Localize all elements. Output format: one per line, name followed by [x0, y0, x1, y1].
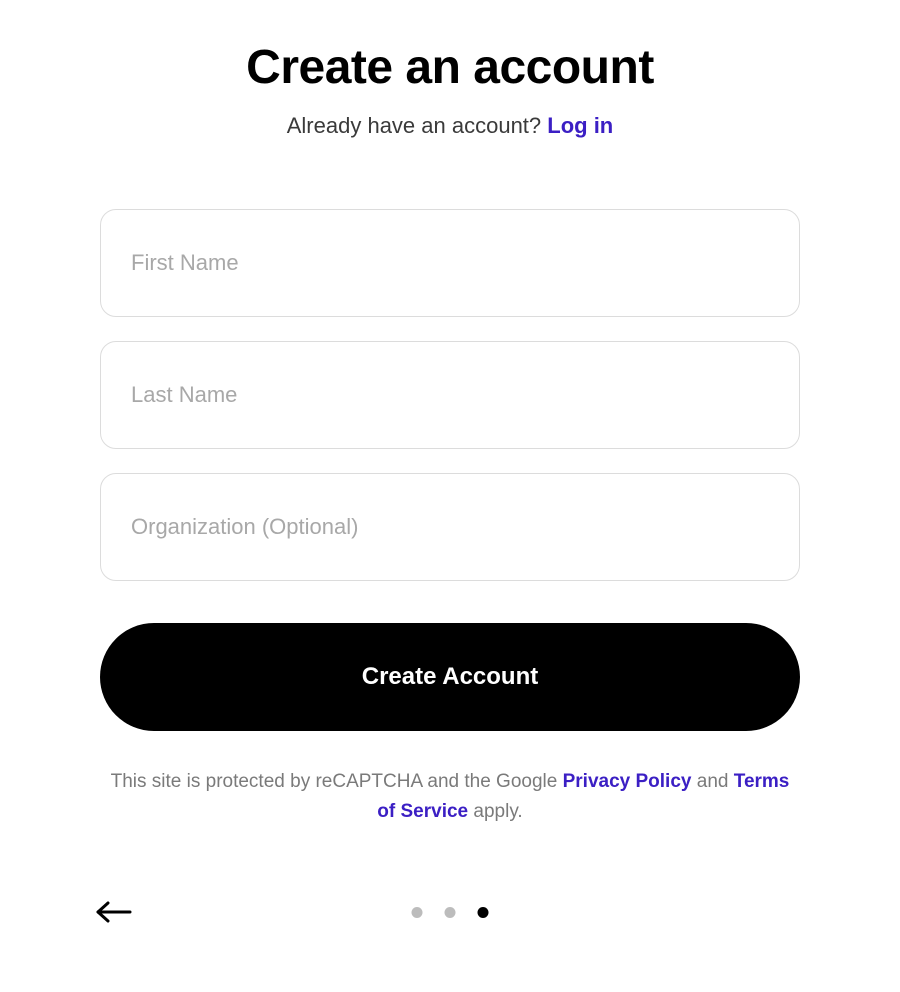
create-account-button[interactable]: Create Account	[100, 623, 800, 731]
recaptcha-prefix: This site is protected by reCAPTCHA and …	[111, 771, 563, 792]
bottom-bar	[0, 898, 900, 926]
progress-dot-2	[445, 907, 456, 918]
recaptcha-suffix: apply.	[468, 801, 523, 822]
signup-form: Create Account	[100, 209, 800, 731]
recaptcha-note: This site is protected by reCAPTCHA and …	[100, 767, 800, 828]
first-name-input[interactable]	[100, 209, 800, 317]
back-button[interactable]	[96, 898, 132, 926]
progress-dots	[412, 907, 489, 918]
organization-input[interactable]	[100, 473, 800, 581]
login-link[interactable]: Log in	[547, 113, 613, 138]
page-title: Create an account	[100, 40, 800, 95]
recaptcha-mid: and	[691, 771, 733, 792]
progress-dot-1	[412, 907, 423, 918]
privacy-policy-link[interactable]: Privacy Policy	[563, 771, 692, 792]
last-name-input[interactable]	[100, 341, 800, 449]
login-prompt-text: Already have an account?	[287, 113, 548, 138]
progress-dot-3	[478, 907, 489, 918]
arrow-left-icon	[96, 898, 132, 926]
login-prompt: Already have an account? Log in	[100, 113, 800, 139]
